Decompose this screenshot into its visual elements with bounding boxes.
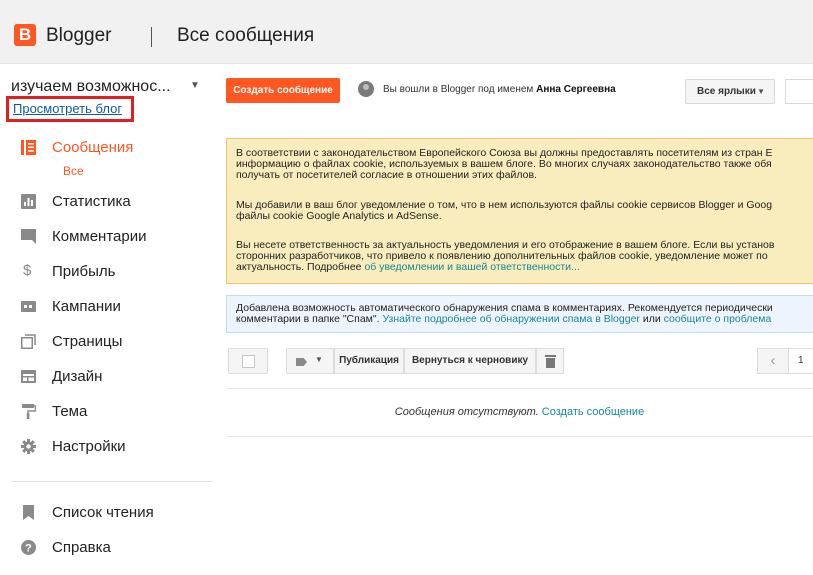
pages-icon	[21, 334, 36, 349]
help-icon: ?	[21, 540, 36, 555]
chevron-down-icon[interactable]: ▼	[190, 80, 200, 91]
signed-in-status: Вы вошли в Blogger под именем Анна Серге…	[383, 84, 616, 95]
sidebar-item-label: Тема	[52, 403, 88, 420]
previous-page-button[interactable]: ‹	[757, 348, 789, 374]
labels-dropdown-label: Все ярлыки	[697, 86, 756, 97]
app-header: B Blogger Все сообщения	[0, 0, 813, 64]
sidebar-item-label: Прибыль	[52, 263, 116, 280]
empty-posts-text: Сообщения отсутствуют.	[394, 406, 539, 418]
trash-icon-body	[546, 358, 555, 368]
create-post-link[interactable]: Создать сообщение	[542, 406, 644, 418]
sidebar-item-theme[interactable]: Тема	[0, 396, 215, 428]
labels-dropdown[interactable]: Все ярлыки ▼	[685, 79, 775, 104]
sidebar-item-label: Список чтения	[52, 504, 154, 521]
bookmark-icon	[23, 505, 34, 520]
cookie-notice-paragraph-1: В соответствии с законодательством Европ…	[236, 148, 813, 181]
label-tag-icon	[296, 358, 307, 366]
delete-button[interactable]	[536, 348, 564, 374]
sidebar-subitem-all[interactable]: Все	[63, 164, 84, 178]
cookie-notice-paragraph-2: Мы добавили в ваш блог уведомление о том…	[236, 200, 813, 222]
sidebar-item-label: Комментарии	[52, 228, 147, 245]
sidebar-item-pages[interactable]: Страницы	[0, 326, 215, 358]
publish-button[interactable]: Публикация	[334, 348, 404, 374]
blogger-logo-icon[interactable]: B	[14, 24, 36, 46]
view-blog-link[interactable]: Просмотреть блог	[13, 101, 122, 116]
spam-notice: Добавлена возможность автоматического об…	[226, 295, 813, 333]
sidebar-item-layout[interactable]: Дизайн	[0, 361, 215, 393]
avatar[interactable]	[358, 81, 374, 97]
svg-text:?: ?	[25, 543, 32, 555]
sidebar-item-campaigns[interactable]: Кампании	[0, 291, 215, 323]
chevron-down-icon: ▼	[315, 355, 323, 364]
sidebar-item-reading-list[interactable]: Список чтения	[0, 497, 215, 529]
sidebar-item-earnings[interactable]: $ Прибыль	[0, 256, 215, 288]
comments-icon	[21, 229, 36, 244]
sidebar-item-help[interactable]: ? Справка	[0, 532, 215, 564]
list-divider	[226, 388, 813, 389]
campaigns-icon	[21, 301, 36, 312]
sidebar-item-settings[interactable]: Настройки	[0, 431, 215, 463]
cookie-notice-paragraph-3: Вы несете ответственность за актуальност…	[236, 240, 813, 273]
notice-line: получать от посетителей согласие в отнош…	[236, 169, 537, 181]
sidebar-item-label: Статистика	[52, 193, 131, 210]
notice-line: файлы cookie Google Analytics и AdSense.	[236, 210, 442, 222]
notice-line: или	[642, 313, 661, 325]
page-number[interactable]: 1	[789, 348, 813, 374]
notice-line: комментарии в папке "Спам".	[236, 313, 380, 325]
sidebar-divider	[11, 481, 213, 482]
signed-in-prefix: Вы вошли в Blogger под именем	[383, 84, 534, 95]
blog-selector[interactable]: изучаем возможнос...	[11, 78, 171, 96]
cookie-notice: В соответствии с законодательством Европ…	[226, 138, 813, 284]
chevron-down-icon: ▼	[757, 87, 765, 96]
gear-icon	[21, 439, 36, 454]
trash-icon	[545, 355, 556, 357]
sidebar-item-label: Дизайн	[52, 368, 103, 385]
brand-name[interactable]: Blogger	[46, 25, 112, 47]
sidebar-item-label: Страницы	[52, 333, 123, 350]
select-all-checkbox-button[interactable]	[228, 348, 268, 374]
user-name: Анна Сергеевна	[536, 84, 616, 95]
sidebar-item-label: Кампании	[52, 298, 121, 315]
report-problem-link[interactable]: сообщите о проблема	[664, 313, 772, 325]
sidebar-item-label: Сообщения	[52, 139, 134, 156]
spam-learn-more-link[interactable]: Узнайте подробнее об обнаружении спама в…	[382, 313, 639, 325]
cookie-responsibility-link[interactable]: об уведомлении и вашей ответственности..…	[364, 261, 579, 273]
stats-icon	[21, 194, 36, 209]
create-post-button[interactable]: Создать сообщение	[226, 78, 340, 103]
list-divider	[226, 436, 813, 437]
search-input[interactable]	[785, 79, 813, 104]
notice-line: актуальность. Подробнее	[236, 261, 362, 273]
sidebar-item-posts[interactable]: Сообщения	[0, 132, 215, 164]
layout-icon	[21, 370, 36, 383]
sidebar-item-label: Справка	[52, 539, 111, 556]
sidebar-item-comments[interactable]: Комментарии	[0, 221, 215, 253]
empty-posts-message: Сообщения отсутствуют. Создать сообщение	[226, 406, 813, 418]
header-divider	[151, 27, 152, 47]
select-all-checkbox[interactable]	[242, 355, 255, 368]
posts-icon	[21, 140, 36, 155]
paint-roller-icon	[22, 404, 36, 419]
spam-notice-text: Добавлена возможность автоматического об…	[236, 303, 813, 325]
revert-to-draft-button[interactable]: Вернуться к черновику	[404, 348, 536, 374]
dollar-icon: $	[23, 262, 32, 279]
sidebar-item-label: Настройки	[52, 438, 126, 455]
apply-label-button[interactable]: ▼	[286, 348, 334, 374]
sidebar-item-stats[interactable]: Статистика	[0, 186, 215, 218]
page-title: Все сообщения	[177, 25, 315, 46]
